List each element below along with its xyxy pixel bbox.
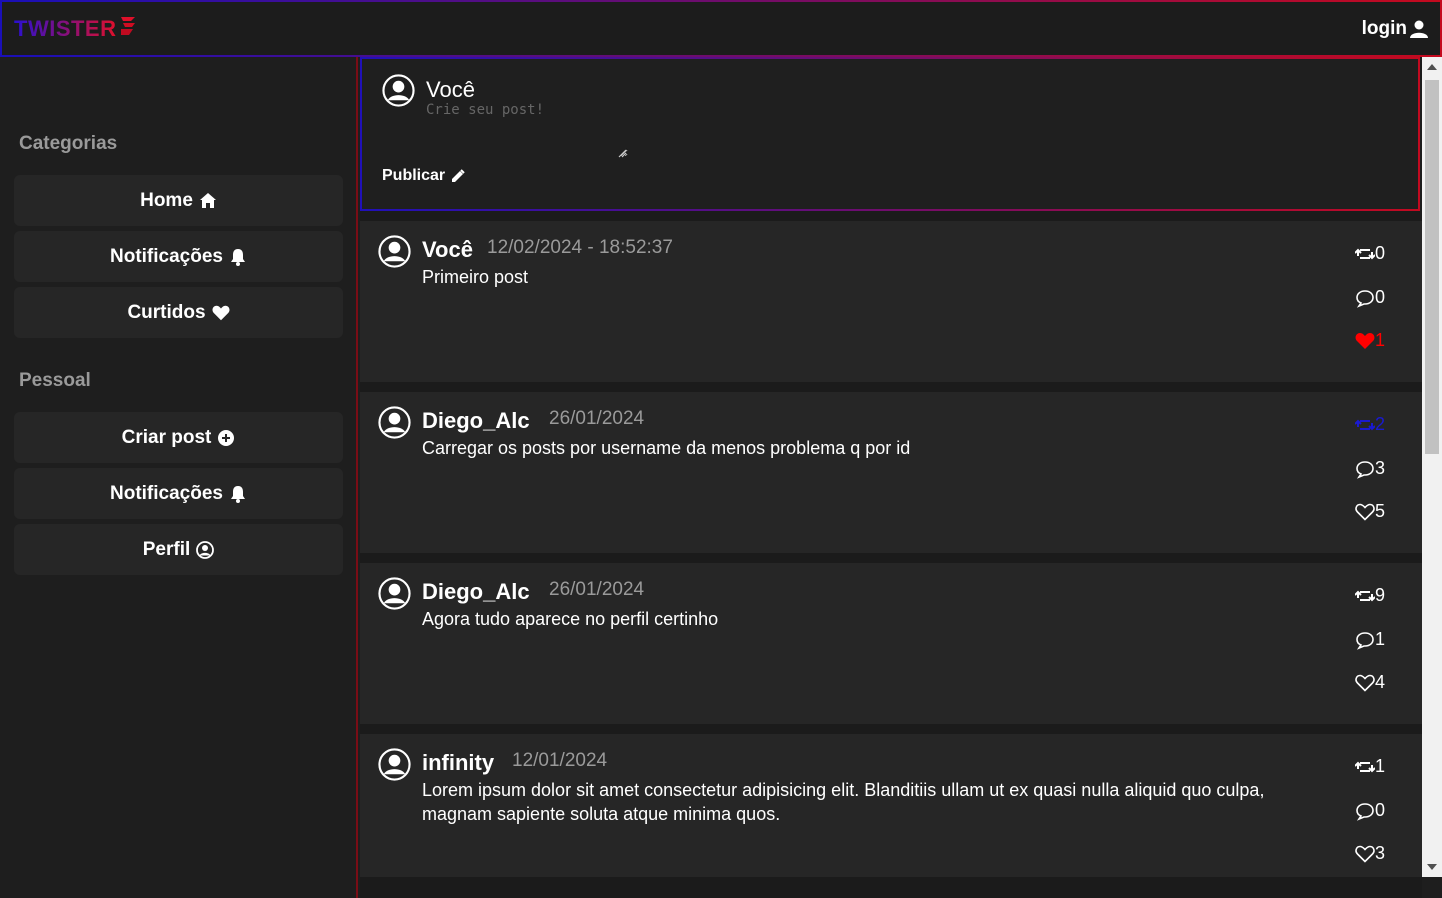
retweet-icon: [1355, 761, 1375, 772]
scroll-up-arrow-icon[interactable]: [1427, 64, 1437, 70]
pencil-icon: [452, 169, 465, 182]
post-text: Lorem ipsum dolor sit amet consectetur a…: [422, 780, 1265, 824]
comment-icon: [1356, 289, 1374, 308]
like-count: 5: [1375, 501, 1386, 521]
post-author[interactable]: Diego_Alc: [422, 408, 530, 434]
nav-label: Criar post: [121, 426, 212, 448]
categories-title: Categorias: [19, 133, 118, 154]
login-button[interactable]: login: [1362, 18, 1428, 40]
nav-notifications-button[interactable]: Notificações: [14, 231, 343, 282]
heart-filled-icon: [1355, 332, 1375, 349]
publish-button[interactable]: Publicar: [382, 167, 465, 185]
login-label: login: [1361, 18, 1407, 39]
heart-outline-icon: [1355, 845, 1375, 863]
scroll-thumb[interactable]: [1425, 80, 1439, 454]
sidebar: Categorias Home Notificações Curtidos Pe…: [0, 57, 358, 898]
comment-button[interactable]: 0: [1355, 800, 1385, 821]
post-text: Agora tudo aparece no perfil certinho: [422, 609, 719, 629]
composer-author: Você: [426, 77, 475, 102]
retweet-count: 2: [1375, 414, 1386, 434]
nav-label: Notificações: [110, 245, 223, 267]
scroll-down-arrow-icon[interactable]: [1427, 864, 1437, 870]
post-author[interactable]: Diego_Alc: [422, 579, 530, 605]
nav-home-button[interactable]: Home: [14, 175, 343, 226]
nav-label: Curtidos: [127, 301, 206, 323]
bell-icon: [230, 485, 245, 503]
heart-icon: [212, 305, 230, 320]
comment-count: 3: [1375, 458, 1386, 478]
comment-icon: [1356, 460, 1374, 479]
avatar-icon: [378, 406, 411, 439]
comment-button[interactable]: 1: [1355, 629, 1385, 650]
like-count: 1: [1375, 330, 1386, 350]
heart-outline-icon: [1355, 503, 1375, 521]
bell-icon: [230, 248, 245, 266]
nav-label: Notificações: [110, 482, 223, 504]
retweet-count: 1: [1375, 756, 1386, 776]
publish-label: Publicar: [382, 167, 446, 184]
post-text: Primeiro post: [422, 267, 529, 287]
avatar-icon: [378, 235, 411, 268]
like-button[interactable]: 5: [1355, 501, 1385, 522]
post-author[interactable]: Você: [422, 237, 473, 263]
avatar-icon: [382, 74, 415, 107]
post-date: 12/02/2024 - 18:52:37: [487, 237, 673, 258]
nav-profile-button[interactable]: Perfil: [14, 524, 343, 575]
feed: Você Publicar Você 12/02/2024 - 18:52:37…: [360, 57, 1422, 898]
comment-button[interactable]: 0: [1355, 287, 1385, 308]
retweet-button[interactable]: 1: [1355, 756, 1385, 777]
like-button[interactable]: 4: [1355, 672, 1385, 693]
post-composer: Você Publicar: [360, 57, 1420, 211]
resize-handle-icon[interactable]: [618, 149, 627, 158]
comment-count: 0: [1375, 800, 1386, 820]
post-author[interactable]: infinity: [422, 750, 494, 776]
nav-liked-button[interactable]: Curtidos: [14, 287, 343, 338]
nav-personal-notifications-button[interactable]: Notificações: [14, 468, 343, 519]
retweet-count: 0: [1375, 243, 1386, 263]
post-date: 26/01/2024: [549, 408, 645, 429]
nav-label: Home: [140, 189, 193, 211]
user-circle-icon: [196, 540, 215, 559]
retweet-icon: [1355, 419, 1375, 430]
heart-outline-icon: [1355, 674, 1375, 692]
feed-scrollbar[interactable]: [1422, 57, 1442, 877]
post-card: infinity 12/01/2024 Lorem ipsum dolor si…: [360, 734, 1422, 877]
post-card: Diego_Alc 26/01/2024 Carregar os posts p…: [360, 392, 1422, 553]
personal-title: Pessoal: [19, 370, 91, 391]
post-date: 26/01/2024: [549, 579, 645, 600]
user-icon: [1410, 20, 1428, 38]
post-input[interactable]: [426, 102, 628, 157]
nav-create-post-button[interactable]: Criar post: [14, 412, 343, 463]
retweet-count: 9: [1375, 585, 1386, 605]
avatar-icon: [378, 577, 411, 610]
nav-label: Perfil: [142, 538, 191, 560]
retweet-icon: [1355, 590, 1375, 601]
top-bar: TWISTER login: [0, 0, 1442, 57]
retweet-button[interactable]: 2: [1355, 414, 1385, 435]
plus-circle-icon: [218, 429, 235, 446]
comment-count: 1: [1375, 629, 1386, 649]
home-icon: [199, 192, 216, 208]
comment-count: 0: [1375, 287, 1386, 307]
retweet-icon: [1355, 248, 1375, 259]
post-text: Carregar os posts por username da menos …: [422, 438, 911, 458]
post-card: Você 12/02/2024 - 18:52:37 Primeiro post…: [360, 221, 1422, 382]
post-card: Diego_Alc 26/01/2024 Agora tudo aparece …: [360, 563, 1422, 724]
app-logo[interactable]: TWISTER: [14, 16, 117, 42]
avatar-icon: [378, 748, 411, 781]
like-count: 3: [1375, 843, 1386, 863]
comment-icon: [1356, 631, 1374, 650]
like-button[interactable]: 1: [1355, 330, 1385, 351]
like-button[interactable]: 3: [1355, 843, 1385, 864]
comment-icon: [1356, 802, 1374, 821]
comment-button[interactable]: 3: [1355, 458, 1385, 479]
logo-mark-icon: [121, 17, 135, 35]
like-count: 4: [1375, 672, 1386, 692]
retweet-button[interactable]: 0: [1355, 243, 1385, 264]
retweet-button[interactable]: 9: [1355, 585, 1385, 606]
post-date: 12/01/2024: [512, 750, 608, 771]
